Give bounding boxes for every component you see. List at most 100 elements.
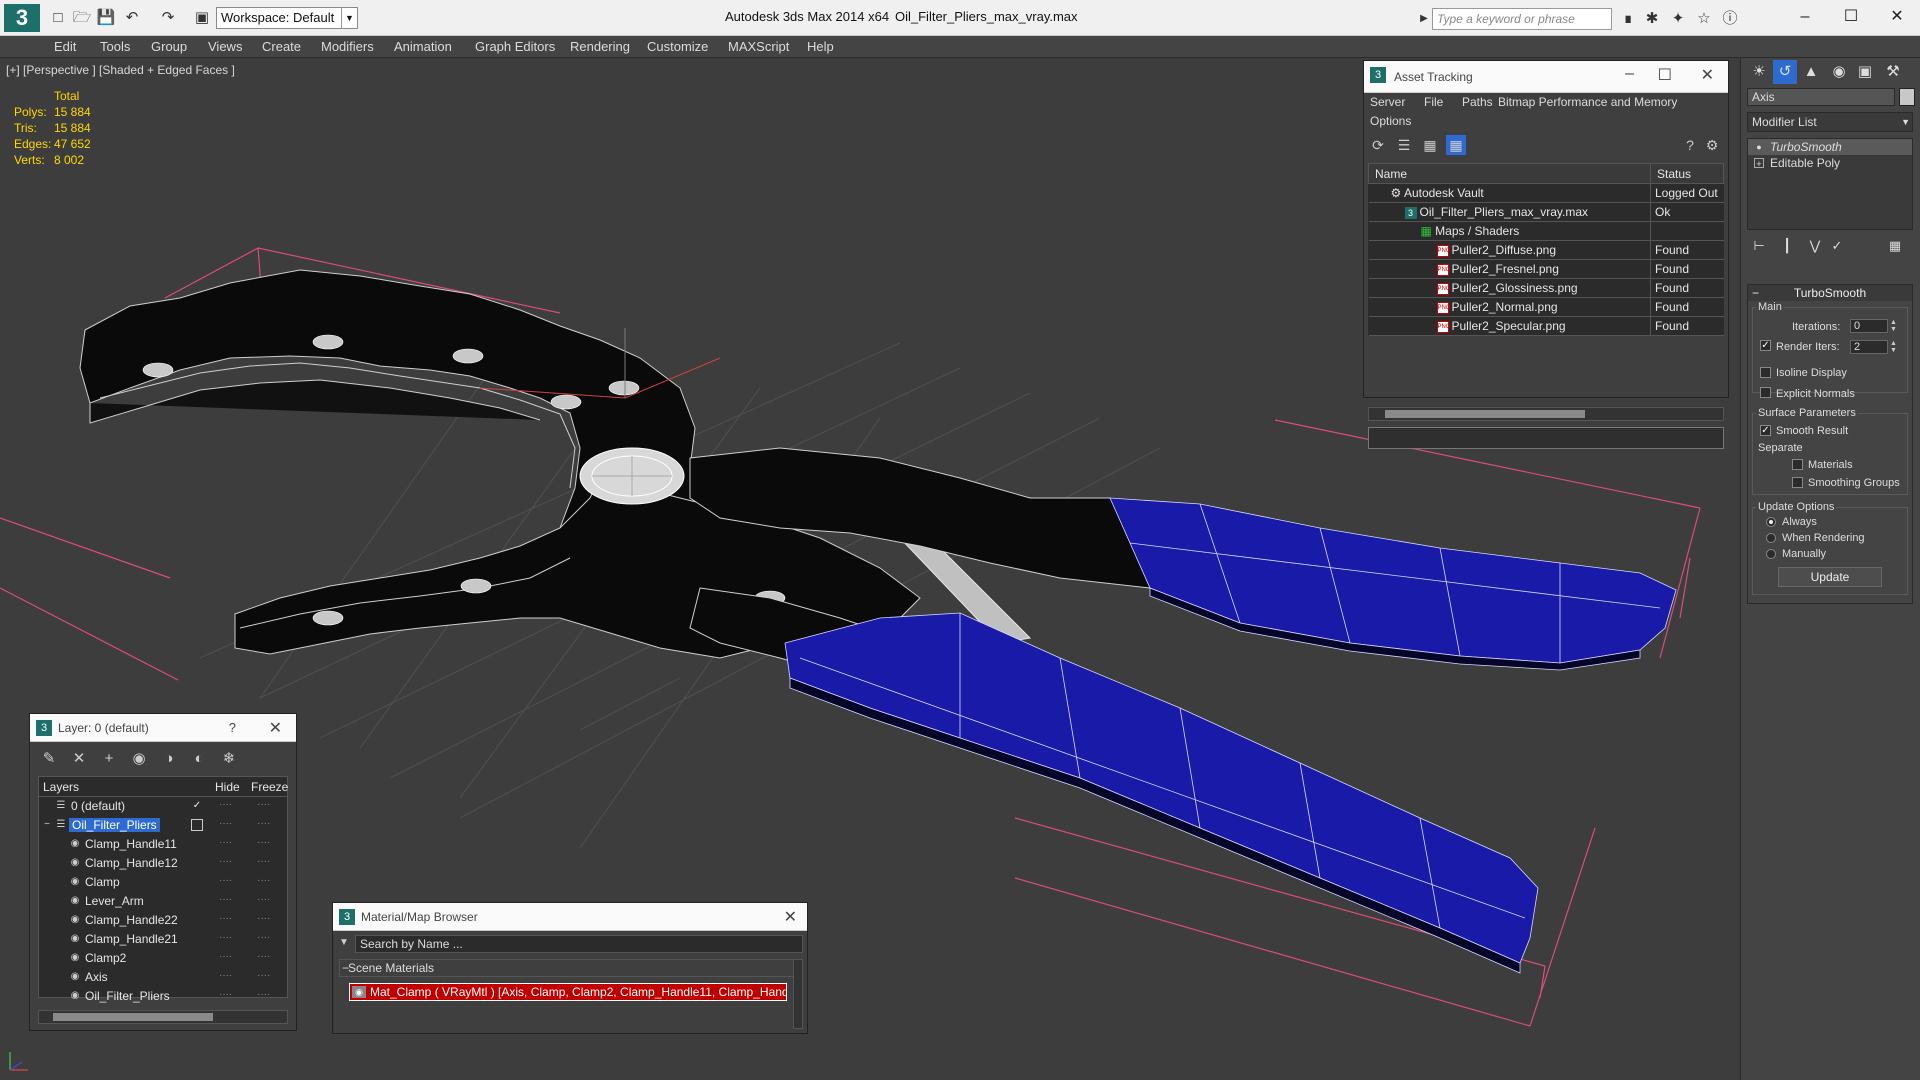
layer-item[interactable]: ◉ Clamp_Handle22 ···· ···· — [39, 911, 287, 930]
close-icon[interactable]: ✕ — [269, 718, 282, 738]
table-view-icon[interactable]: ▦ — [1446, 135, 1466, 155]
separate-materials-checkbox[interactable] — [1792, 459, 1803, 470]
show-end-result-icon[interactable]: ┃ — [1777, 236, 1797, 256]
maximize-icon[interactable]: ☐ — [1658, 65, 1672, 85]
freeze-toggle[interactable]: ···· — [257, 913, 270, 924]
close-button[interactable]: ✕ — [1874, 4, 1920, 30]
viewport-label-menu[interactable]: [+] [Perspective ] [Shaded + Edged Faces… — [6, 63, 235, 77]
light-bulb-icon[interactable]: ● — [1754, 142, 1764, 152]
freeze-toggle[interactable]: ···· — [257, 856, 270, 867]
stack-item-turbosmooth[interactable]: ● TurboSmooth — [1748, 139, 1912, 155]
collapse-icon[interactable]: − — [41, 819, 53, 831]
asset-status-field[interactable] — [1368, 427, 1724, 449]
isoline-display-checkbox[interactable] — [1760, 367, 1771, 378]
communication-center-icon[interactable]: ✱ — [1642, 9, 1662, 29]
hide-toggle[interactable]: ···· — [219, 989, 232, 1000]
layer-manager-titlebar[interactable]: 3 Layer: 0 (default) ? ✕ — [30, 714, 296, 742]
app-menu-logo-button[interactable]: 3 — [4, 4, 40, 32]
scene-materials-group-header[interactable]: − Scene Materials — [339, 959, 795, 977]
layer-item[interactable]: ☰ 0 (default) ✓ ···· ···· — [39, 797, 287, 816]
expand-icon[interactable]: + — [1754, 158, 1764, 169]
favorites-star-icon[interactable]: ☆ — [1694, 9, 1714, 29]
minimize-button[interactable]: – — [1782, 4, 1828, 30]
update-when-rendering-radio[interactable] — [1766, 533, 1776, 543]
table-row[interactable]: ▦ Maps / Shaders — [1368, 221, 1724, 241]
hide-all-icon[interactable]: ◐ — [188, 748, 210, 770]
table-row[interactable]: PNGPuller2_Diffuse.png Found — [1368, 240, 1724, 260]
material-entry[interactable]: ◉ Mat_Clamp ( VRayMtl ) [Axis, Clamp, Cl… — [349, 983, 787, 1001]
help-icon[interactable]: ⓘ — [1720, 9, 1740, 29]
motion-tab-icon[interactable]: ◉ — [1827, 60, 1851, 84]
hide-toggle[interactable]: ···· — [219, 894, 232, 905]
close-icon[interactable]: ✕ — [1701, 65, 1714, 85]
modify-tab-icon[interactable]: ↺ — [1773, 60, 1797, 84]
redo-icon[interactable]: ↷ — [158, 8, 178, 28]
hide-toggle[interactable]: ···· — [219, 875, 232, 886]
menu-help[interactable]: Help — [807, 39, 834, 54]
menu-bitmap-performance[interactable]: Bitmap Performance and Memory — [1498, 95, 1677, 109]
layer-item[interactable]: ◉ Clamp2 ···· ···· — [39, 949, 287, 968]
freeze-toggle[interactable]: ···· — [257, 875, 270, 886]
new-file-icon[interactable]: □ — [48, 8, 68, 28]
menu-options[interactable]: Options — [1370, 114, 1411, 128]
material-vertical-scrollbar[interactable] — [793, 959, 803, 1029]
utilities-tab-icon[interactable]: ⚒ — [1881, 60, 1905, 84]
search-expand-icon[interactable]: ▶ — [1414, 9, 1434, 29]
render-iters-spinner[interactable]: 2 — [1850, 340, 1888, 354]
material-browser-titlebar[interactable]: 3 Material/Map Browser ✕ — [333, 903, 807, 931]
make-unique-icon[interactable]: ⋁ — [1805, 236, 1825, 256]
pin-stack-icon[interactable]: ⊢ — [1749, 236, 1769, 256]
freeze-toggle[interactable]: ···· — [257, 818, 270, 829]
freeze-all-icon[interactable]: ❄ — [218, 748, 240, 770]
render-iters-checkbox[interactable]: ✓ — [1760, 340, 1771, 351]
create-tab-icon[interactable]: ☀ — [1747, 60, 1771, 84]
menu-rendering[interactable]: Rendering — [570, 39, 630, 54]
rollout-header[interactable]: − TurboSmooth — [1748, 285, 1912, 301]
configure-sets-icon[interactable]: ▦ — [1885, 236, 1905, 256]
menu-modifiers[interactable]: Modifiers — [321, 39, 374, 54]
menu-edit[interactable]: Edit — [54, 39, 76, 54]
hide-toggle[interactable]: ···· — [219, 932, 232, 943]
menu-views[interactable]: Views — [208, 39, 242, 54]
layer-item[interactable]: ◉ Clamp ···· ···· — [39, 873, 287, 892]
object-color-swatch[interactable] — [1899, 88, 1915, 106]
remove-modifier-icon[interactable]: ✓ — [1827, 236, 1847, 256]
freeze-toggle[interactable]: ···· — [257, 799, 270, 810]
undo-icon[interactable]: ↶ — [122, 8, 142, 28]
object-name-field[interactable]: Axis — [1747, 88, 1895, 106]
refresh-icon[interactable]: ⟳ — [1368, 135, 1388, 155]
maximize-button[interactable]: ☐ — [1828, 4, 1874, 30]
table-row[interactable]: ⚙ Autodesk Vault Logged Out — [1368, 183, 1724, 203]
menu-server[interactable]: Server — [1370, 95, 1405, 109]
list-view-icon[interactable]: ☰ — [1394, 135, 1414, 155]
hide-toggle[interactable]: ···· — [219, 970, 232, 981]
hide-toggle[interactable]: ···· — [219, 837, 232, 848]
iterations-spinner[interactable]: 0 — [1850, 319, 1888, 333]
menu-file[interactable]: File — [1424, 95, 1443, 109]
create-layer-icon[interactable]: ✎ — [38, 748, 60, 770]
open-file-icon[interactable]: 🗁 — [72, 8, 92, 28]
minimize-icon[interactable]: – — [1625, 65, 1634, 83]
thumbnail-view-icon[interactable]: ▦ — [1420, 135, 1440, 155]
column-header-freeze[interactable]: Freeze — [251, 780, 288, 794]
scrollbar-thumb[interactable] — [1385, 410, 1585, 418]
table-row[interactable]: PNGPuller2_Normal.png Found — [1368, 297, 1724, 317]
asset-tracking-titlebar[interactable]: 3 Asset Tracking – ☐ ✕ — [1364, 61, 1728, 93]
set-active-layer-icon[interactable] — [191, 819, 203, 831]
delete-layer-icon[interactable]: ✕ — [68, 748, 90, 770]
select-objects-icon[interactable]: ◉ — [128, 748, 150, 770]
menu-maxscript[interactable]: MAXScript — [728, 39, 789, 54]
layer-item[interactable]: ◉ Clamp_Handle11 ···· ···· — [39, 835, 287, 854]
update-always-radio[interactable] — [1766, 517, 1776, 527]
hide-toggle[interactable]: ···· — [219, 818, 232, 829]
column-header-status[interactable]: Status — [1650, 163, 1724, 184]
binoculars-icon[interactable]: ∎ — [1618, 9, 1638, 29]
save-file-icon[interactable]: 💾 — [96, 8, 116, 28]
freeze-toggle[interactable]: ···· — [257, 932, 270, 943]
table-row[interactable]: PNGPuller2_Glossiness.png Found — [1368, 278, 1724, 298]
layer-horizontal-scrollbar[interactable] — [38, 1010, 288, 1024]
stack-item-editable-poly[interactable]: + Editable Poly — [1748, 155, 1912, 171]
smooth-result-checkbox[interactable]: ✓ — [1760, 425, 1771, 436]
table-row[interactable]: PNGPuller2_Specular.png Found — [1368, 316, 1724, 336]
layer-item[interactable]: ◉ Oil_Filter_Pliers ···· ···· — [39, 987, 287, 1006]
